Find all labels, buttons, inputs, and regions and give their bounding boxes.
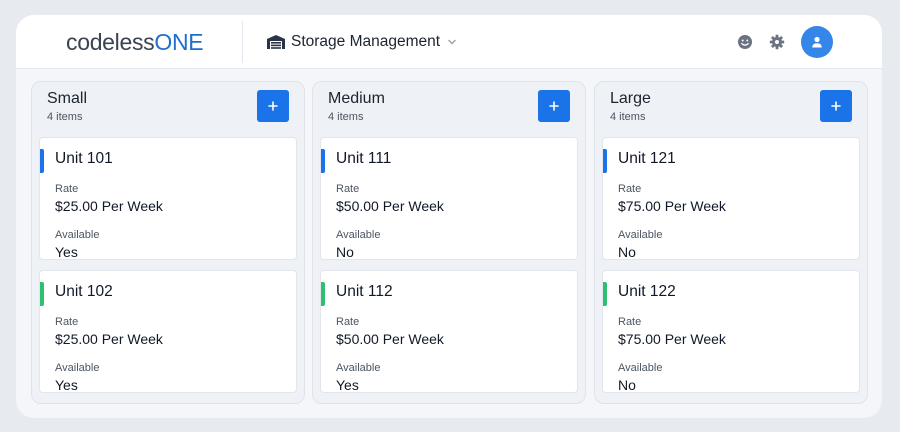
app-switcher[interactable]: Storage Management bbox=[266, 31, 458, 53]
logo-suffix: ONE bbox=[154, 29, 204, 55]
app-title: Storage Management bbox=[291, 33, 441, 50]
unit-card[interactable]: Unit 111 Rate $50.00 Per Week Available … bbox=[320, 137, 578, 260]
available-label: Available bbox=[55, 229, 100, 241]
app-window: codelessONE Storage Management Small 4 i… bbox=[16, 15, 882, 418]
unit-name: Unit 122 bbox=[618, 283, 676, 300]
unit-card[interactable]: Unit 102 Rate $25.00 Per Week Available … bbox=[39, 270, 297, 393]
available-label: Available bbox=[336, 362, 381, 374]
plus-icon bbox=[831, 101, 841, 111]
available-value: No bbox=[336, 244, 354, 260]
column-large: Large 4 items Unit 121 Rate $75.00 Per W… bbox=[594, 81, 868, 404]
codelessone-logo[interactable]: codelessONE bbox=[66, 28, 204, 56]
unit-card[interactable]: Unit 101 Rate $25.00 Per Week Available … bbox=[39, 137, 297, 260]
available-value: No bbox=[618, 244, 636, 260]
rate-label: Rate bbox=[55, 316, 79, 328]
plus-icon bbox=[549, 101, 559, 111]
rate-value: $50.00 Per Week bbox=[336, 198, 444, 214]
column-small: Small 4 items Unit 101 Rate $25.00 Per W… bbox=[31, 81, 305, 404]
plus-icon bbox=[268, 101, 278, 111]
rate-label: Rate bbox=[618, 183, 642, 195]
unit-card[interactable]: Unit 121 Rate $75.00 Per Week Available … bbox=[602, 137, 860, 260]
rate-value: $75.00 Per Week bbox=[618, 331, 726, 347]
unit-card[interactable]: Unit 122 Rate $75.00 Per Week Available … bbox=[602, 270, 860, 393]
rate-label: Rate bbox=[55, 183, 79, 195]
column-title: Small bbox=[47, 90, 88, 107]
add-card-button[interactable] bbox=[257, 90, 289, 122]
rate-value: $25.00 Per Week bbox=[55, 198, 163, 214]
column-count: 4 items bbox=[328, 111, 364, 123]
column-medium: Medium 4 items Unit 111 Rate $50.00 Per … bbox=[312, 81, 586, 404]
smiley-icon[interactable] bbox=[737, 34, 753, 50]
add-card-button[interactable] bbox=[820, 90, 852, 122]
unit-name: Unit 111 bbox=[336, 150, 392, 167]
status-bar bbox=[40, 149, 44, 173]
rate-label: Rate bbox=[336, 316, 360, 328]
unit-name: Unit 102 bbox=[55, 283, 113, 300]
available-value: Yes bbox=[336, 377, 359, 393]
add-card-button[interactable] bbox=[538, 90, 570, 122]
user-avatar[interactable] bbox=[801, 26, 833, 58]
column-count: 4 items bbox=[47, 111, 83, 123]
logo-prefix: codeless bbox=[66, 29, 155, 55]
available-label: Available bbox=[618, 229, 663, 241]
warehouse-icon bbox=[267, 35, 285, 49]
user-icon bbox=[812, 36, 822, 48]
rate-value: $50.00 Per Week bbox=[336, 331, 444, 347]
unit-name: Unit 112 bbox=[336, 283, 393, 300]
rate-label: Rate bbox=[618, 316, 642, 328]
header-divider bbox=[242, 21, 243, 63]
column-count: 4 items bbox=[610, 111, 646, 123]
column-title: Large bbox=[610, 90, 651, 107]
status-bar bbox=[603, 282, 607, 306]
status-bar bbox=[40, 282, 44, 306]
unit-name: Unit 101 bbox=[55, 150, 113, 167]
available-label: Available bbox=[336, 229, 381, 241]
rate-label: Rate bbox=[336, 183, 360, 195]
available-value: Yes bbox=[55, 377, 78, 393]
top-header: codelessONE Storage Management bbox=[16, 15, 882, 69]
unit-name: Unit 121 bbox=[618, 150, 676, 167]
status-bar bbox=[603, 149, 607, 173]
available-label: Available bbox=[618, 362, 663, 374]
status-bar bbox=[321, 282, 325, 306]
available-label: Available bbox=[55, 362, 100, 374]
rate-value: $75.00 Per Week bbox=[618, 198, 726, 214]
chevron-down-icon bbox=[448, 39, 456, 45]
gear-icon[interactable] bbox=[769, 34, 785, 50]
column-title: Medium bbox=[328, 90, 385, 107]
unit-card[interactable]: Unit 112 Rate $50.00 Per Week Available … bbox=[320, 270, 578, 393]
status-bar bbox=[321, 149, 325, 173]
available-value: Yes bbox=[55, 244, 78, 260]
rate-value: $25.00 Per Week bbox=[55, 331, 163, 347]
available-value: No bbox=[618, 377, 636, 393]
